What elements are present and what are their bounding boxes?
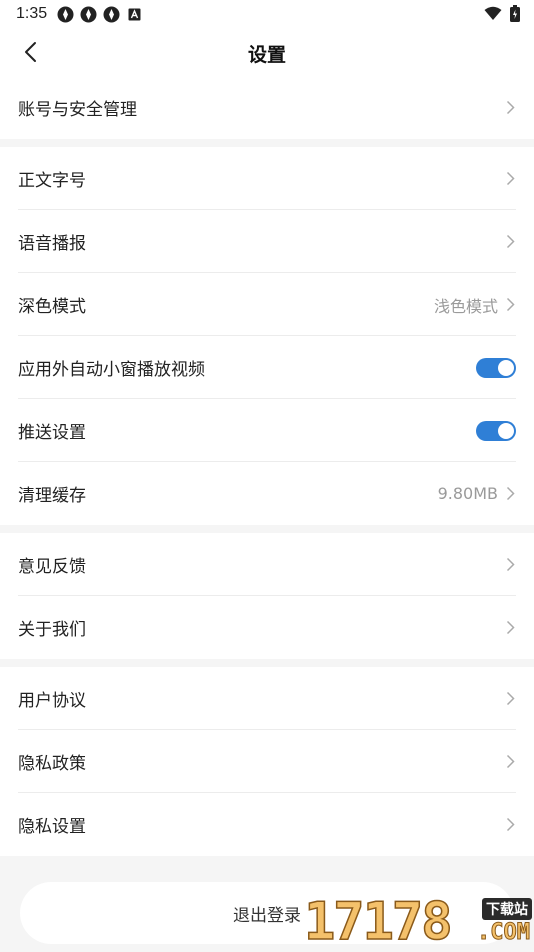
- row-push-settings: 推送设置: [18, 399, 516, 462]
- row-label: 清理缓存: [18, 486, 86, 506]
- logout-label: 退出登录: [233, 905, 301, 926]
- status-right-icons: [484, 5, 520, 26]
- row-label: 深色模式: [18, 297, 86, 317]
- settings-group-account: 账号与安全管理: [0, 76, 534, 139]
- chevron-right-icon: [504, 817, 516, 832]
- nav-bar: 设置: [0, 28, 534, 76]
- settings-group-legal: 用户协议 隐私政策 隐私设置: [0, 667, 534, 856]
- row-label: 关于我们: [18, 620, 86, 640]
- row-label: 用户协议: [18, 691, 86, 711]
- chevron-right-icon: [504, 100, 516, 115]
- row-label: 应用外自动小窗播放视频: [18, 360, 205, 380]
- pip-video-toggle[interactable]: [476, 357, 516, 378]
- row-label: 语音播报: [18, 234, 86, 254]
- status-bar: 1:35: [0, 0, 534, 28]
- row-privacy-policy[interactable]: 隐私政策: [18, 730, 516, 793]
- watermark-tag: 下载站: [482, 898, 532, 920]
- cache-size-value: 9.80MB: [437, 484, 498, 503]
- row-pip-video: 应用外自动小窗播放视频: [18, 336, 516, 399]
- chevron-right-icon: [504, 557, 516, 572]
- row-account-security[interactable]: 账号与安全管理: [18, 76, 516, 139]
- chevron-right-icon: [504, 691, 516, 706]
- row-label: 账号与安全管理: [18, 100, 137, 120]
- row-dark-mode[interactable]: 深色模式 浅色模式: [18, 273, 516, 336]
- watermark-number: 17178: [303, 892, 453, 952]
- row-label: 意见反馈: [18, 557, 86, 577]
- settings-group-about: 意见反馈 关于我们: [0, 533, 534, 659]
- row-voice-broadcast[interactable]: 语音播报: [18, 210, 516, 273]
- chevron-right-icon: [504, 234, 516, 249]
- dark-mode-value: 浅色模式: [433, 296, 498, 316]
- a-icon: [126, 6, 143, 23]
- row-feedback[interactable]: 意见反馈: [18, 533, 516, 596]
- row-label: 隐私政策: [18, 754, 86, 774]
- chevron-right-icon: [504, 620, 516, 635]
- row-about-us[interactable]: 关于我们: [18, 596, 516, 659]
- settings-group-display: 正文字号 语音播报 深色模式 浅色模式 应用外自动小窗播放视频 推送设置 清理缓…: [0, 147, 534, 525]
- toggle-knob: [498, 422, 514, 439]
- row-font-size[interactable]: 正文字号: [18, 147, 516, 210]
- chevron-right-icon: [504, 171, 516, 186]
- battery-icon: [510, 5, 520, 26]
- chevron-right-icon: [504, 754, 516, 769]
- row-label: 推送设置: [18, 423, 86, 443]
- row-clear-cache[interactable]: 清理缓存 9.80MB: [18, 462, 516, 525]
- watermark-suffix: .COM: [477, 920, 531, 946]
- push-settings-toggle[interactable]: [476, 420, 516, 441]
- chevron-right-icon: [504, 297, 516, 312]
- app-icon: [57, 6, 74, 23]
- status-time: 1:35: [16, 5, 48, 22]
- wifi-icon: [484, 6, 502, 25]
- toggle-knob: [498, 359, 514, 376]
- watermark-logo: 17178 下载站 .COM: [303, 890, 532, 952]
- chevron-right-icon: [504, 486, 516, 501]
- page-title: 设置: [247, 44, 286, 66]
- app-icon: [80, 6, 97, 23]
- row-user-agreement[interactable]: 用户协议: [18, 667, 516, 730]
- app-icon: [103, 6, 120, 23]
- row-label: 正文字号: [18, 171, 86, 191]
- row-label: 隐私设置: [18, 817, 86, 837]
- row-privacy-settings[interactable]: 隐私设置: [18, 793, 516, 856]
